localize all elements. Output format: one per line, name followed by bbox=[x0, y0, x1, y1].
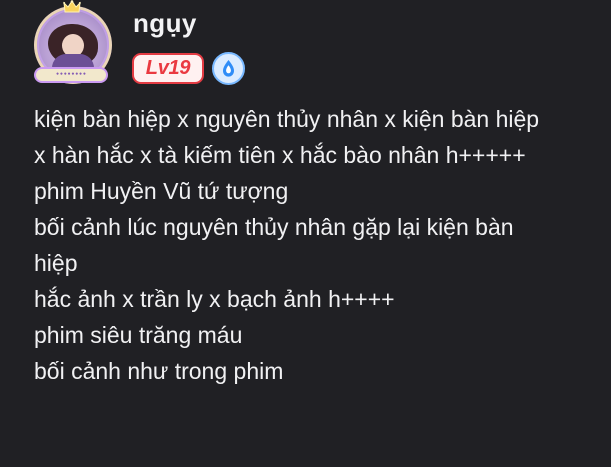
post-body: kiện bàn hiệp x nguyên thủy nhân x kiện … bbox=[34, 101, 609, 389]
avatar-frame-label: •••••••• bbox=[34, 67, 108, 83]
post-line: phim Huyền Vũ tứ tượng bbox=[34, 178, 289, 204]
water-drop-verified-icon bbox=[223, 60, 234, 77]
post-line: hắc ảnh x trần ly x bạch ảnh h++++ bbox=[34, 286, 395, 312]
post-line: bối cảnh như trong phim bbox=[34, 358, 284, 384]
crown-icon bbox=[63, 0, 81, 13]
post-line: bối cảnh lúc nguyên thủy nhân gặp lại ki… bbox=[34, 214, 514, 240]
post-line: kiện bàn hiệp x nguyên thủy nhân x kiện … bbox=[34, 106, 540, 132]
username[interactable]: ngụy bbox=[133, 8, 197, 39]
level-badge[interactable]: Lv19 bbox=[132, 53, 204, 84]
post-line: phim siêu trăng máu bbox=[34, 322, 243, 348]
verified-badge[interactable] bbox=[212, 52, 245, 85]
post-line: hiệp bbox=[34, 250, 78, 276]
post-line: x hàn hắc x tà kiếm tiên x hắc bào nhân … bbox=[34, 142, 526, 168]
